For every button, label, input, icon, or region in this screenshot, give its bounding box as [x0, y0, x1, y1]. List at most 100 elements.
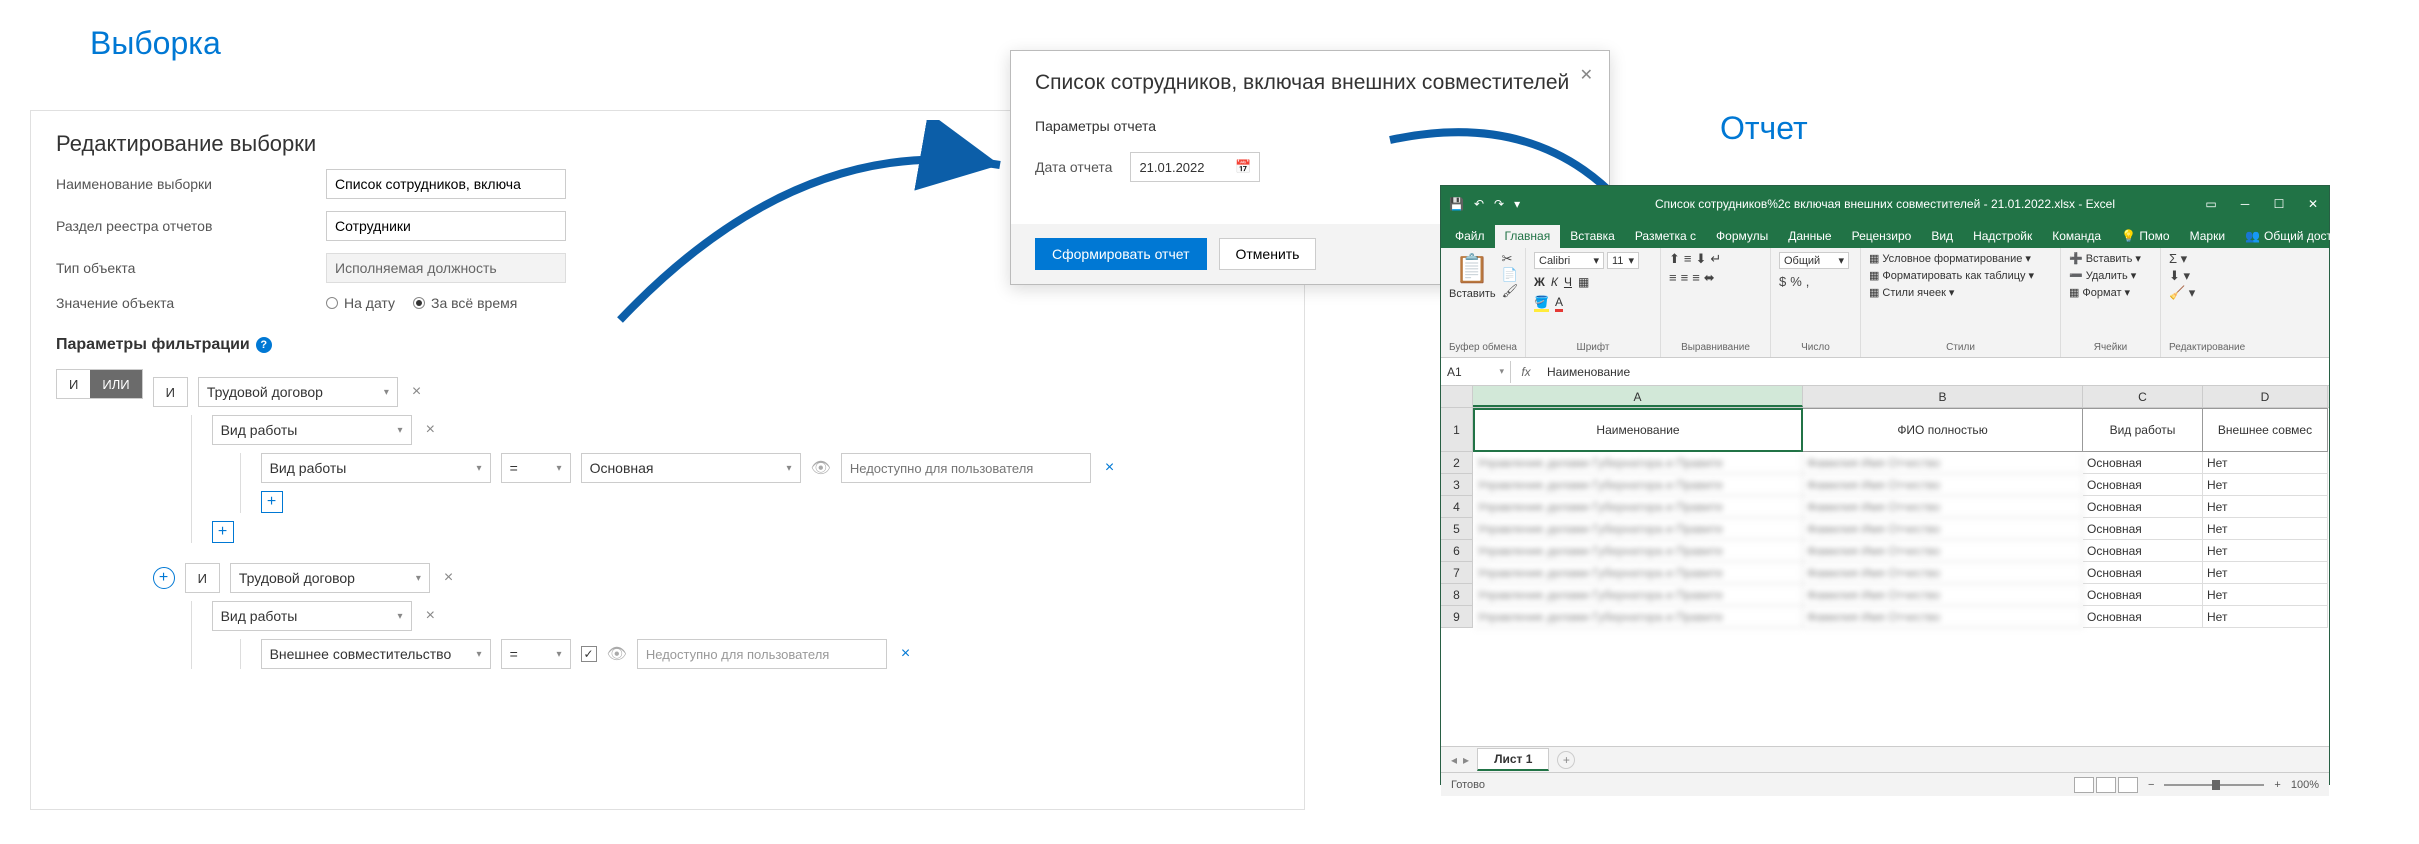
zoom-level[interactable]: 100%	[2291, 779, 2319, 791]
clear-icon[interactable]: 🧹 ▾	[2169, 286, 2195, 299]
fill-color-icon[interactable]: 🪣	[1534, 295, 1549, 312]
cell-name[interactable]: Управление делами Губернатора и Правите	[1473, 562, 1803, 584]
align-bottom-icon[interactable]: ⬇	[1696, 252, 1707, 265]
tab-tellme[interactable]: 💡 Помо	[2111, 225, 2180, 248]
align-middle-icon[interactable]: ≡	[1684, 252, 1692, 265]
number-format-select[interactable]: Общий▾	[1779, 252, 1849, 269]
cell-styles-button[interactable]: ▦ Стили ячеек ▾	[1869, 286, 1954, 299]
paste-icon[interactable]: 📋	[1455, 252, 1490, 285]
comma-icon[interactable]: ,	[1806, 275, 1810, 288]
radio-on-date[interactable]: На дату	[326, 295, 395, 311]
cell-name[interactable]: Управление делами Губернатора и Правите	[1473, 474, 1803, 496]
cell-ext[interactable]: Нет	[2203, 518, 2328, 540]
cell-name[interactable]: Управление делами Губернатора и Правите	[1473, 540, 1803, 562]
contract-select-1[interactable]: Трудовой договор▾	[198, 377, 398, 407]
cell-name[interactable]: Управление делами Губернатора и Правите	[1473, 606, 1803, 628]
cell-work[interactable]: Основная	[2083, 496, 2203, 518]
tab-team[interactable]: Команда	[2042, 225, 2111, 248]
remove-icon[interactable]: ×	[440, 569, 457, 587]
remove-icon[interactable]: ×	[1101, 459, 1118, 477]
root-logic-toggle[interactable]: И ИЛИ	[56, 369, 143, 399]
header-cell-work[interactable]: Вид работы	[2083, 408, 2203, 452]
remove-icon[interactable]: ×	[408, 383, 425, 401]
cell-fio[interactable]: Фамилия Имя Отчество	[1803, 474, 2083, 496]
availability-input-1[interactable]	[841, 453, 1091, 483]
value-select-1[interactable]: Основная▾	[581, 453, 801, 483]
cut-icon[interactable]: ✂	[1502, 252, 1519, 265]
row-header[interactable]: 6	[1441, 540, 1473, 562]
close-icon[interactable]: ✕	[2303, 197, 2323, 211]
cell-name[interactable]: Управление делами Губернатора и Правите	[1473, 452, 1803, 474]
close-icon[interactable]: ✕	[1580, 65, 1593, 85]
bold-icon[interactable]: Ж	[1534, 275, 1545, 289]
table-row[interactable]: Управление делами Губернатора и ПравитеФ…	[1473, 540, 2329, 562]
tab-file[interactable]: Файл	[1445, 225, 1495, 248]
cell-work[interactable]: Основная	[2083, 540, 2203, 562]
cell-work[interactable]: Основная	[2083, 562, 2203, 584]
cell-work[interactable]: Основная	[2083, 518, 2203, 540]
cell-fio[interactable]: Фамилия Имя Отчество	[1803, 452, 2083, 474]
logic-and-btn[interactable]: И	[57, 370, 90, 398]
add-condition-button[interactable]: +	[212, 521, 234, 543]
radio-all-time[interactable]: За всё время	[413, 295, 517, 311]
row-header[interactable]: 3	[1441, 474, 1473, 496]
cell-work[interactable]: Основная	[2083, 452, 2203, 474]
availability-input-2[interactable]	[637, 639, 887, 669]
ribbon-options-icon[interactable]: ▭	[2201, 197, 2221, 211]
logic-or-btn[interactable]: ИЛИ	[90, 370, 141, 398]
italic-icon[interactable]: К	[1551, 275, 1558, 289]
align-left-icon[interactable]: ≡	[1669, 271, 1677, 284]
worktype-select-2[interactable]: Вид работы▾	[212, 601, 412, 631]
qat-more-icon[interactable]: ▾	[1514, 197, 1520, 211]
remove-icon[interactable]: ×	[422, 421, 439, 439]
branch2-and[interactable]: И	[185, 563, 220, 593]
border-icon[interactable]: ▦	[1578, 275, 1589, 289]
col-header-b[interactable]: B	[1803, 386, 2083, 407]
align-right-icon[interactable]: ≡	[1692, 271, 1700, 284]
new-sheet-button[interactable]: +	[1557, 751, 1575, 769]
cell-ext[interactable]: Нет	[2203, 474, 2328, 496]
normal-view-icon[interactable]	[2074, 777, 2094, 793]
value-select-2[interactable]: Внешнее совместительство▾	[261, 639, 491, 669]
name-box[interactable]: A1▾	[1441, 361, 1511, 383]
cell-fio[interactable]: Фамилия Имя Отчество	[1803, 606, 2083, 628]
row-header[interactable]: 5	[1441, 518, 1473, 540]
visibility-icon[interactable]: 👁	[811, 458, 831, 478]
currency-icon[interactable]: $	[1779, 275, 1786, 288]
formula-input[interactable]: Наименование	[1541, 361, 2329, 383]
cell-name[interactable]: Управление делами Губернатора и Правите	[1473, 518, 1803, 540]
maximize-icon[interactable]: ☐	[2269, 197, 2289, 211]
font-size-select[interactable]: 11▾	[1607, 252, 1639, 269]
copy-icon[interactable]: 📄	[1502, 268, 1519, 281]
align-center-icon[interactable]: ≡	[1681, 271, 1689, 284]
conditional-formatting-button[interactable]: ▦ Условное форматирование ▾	[1869, 252, 2031, 265]
table-row[interactable]: Управление делами Губернатора и ПравитеФ…	[1473, 518, 2329, 540]
underline-icon[interactable]: Ч	[1564, 275, 1572, 289]
cell-ext[interactable]: Нет	[2203, 606, 2328, 628]
worktype-field-1[interactable]: Вид работы▾	[261, 453, 491, 483]
row-header[interactable]: 1	[1441, 408, 1473, 452]
cell-fio[interactable]: Фамилия Имя Отчество	[1803, 584, 2083, 606]
save-icon[interactable]: 💾	[1449, 197, 1464, 211]
cell-ext[interactable]: Нет	[2203, 584, 2328, 606]
fx-icon[interactable]: fx	[1511, 365, 1541, 379]
undo-icon[interactable]: ↶	[1474, 197, 1484, 211]
cell-work[interactable]: Основная	[2083, 474, 2203, 496]
table-row[interactable]: Управление делами Губернатора и ПравитеФ…	[1473, 606, 2329, 628]
tab-addins[interactable]: Надстройк	[1963, 225, 2042, 248]
table-row[interactable]: Управление делами Губернатора и ПравитеФ…	[1473, 474, 2329, 496]
remove-icon[interactable]: ×	[897, 645, 914, 663]
percent-icon[interactable]: %	[1790, 275, 1802, 288]
merge-icon[interactable]: ⬌	[1704, 271, 1715, 284]
minimize-icon[interactable]: ─	[2235, 197, 2255, 211]
tab-layout[interactable]: Разметка с	[1625, 225, 1706, 248]
checkbox[interactable]	[581, 646, 597, 662]
contract-select-2[interactable]: Трудовой договор▾	[230, 563, 430, 593]
cell-ext[interactable]: Нет	[2203, 452, 2328, 474]
calendar-icon[interactable]: 📅	[1235, 159, 1251, 175]
page-break-view-icon[interactable]	[2118, 777, 2138, 793]
operator-select-2[interactable]: =▾	[501, 639, 571, 669]
worksheet[interactable]: A B C D 1 23456789 Наименование ФИО полн…	[1441, 386, 2329, 746]
fill-icon[interactable]: ⬇ ▾	[2169, 269, 2190, 282]
tab-home[interactable]: Главная	[1495, 225, 1561, 248]
